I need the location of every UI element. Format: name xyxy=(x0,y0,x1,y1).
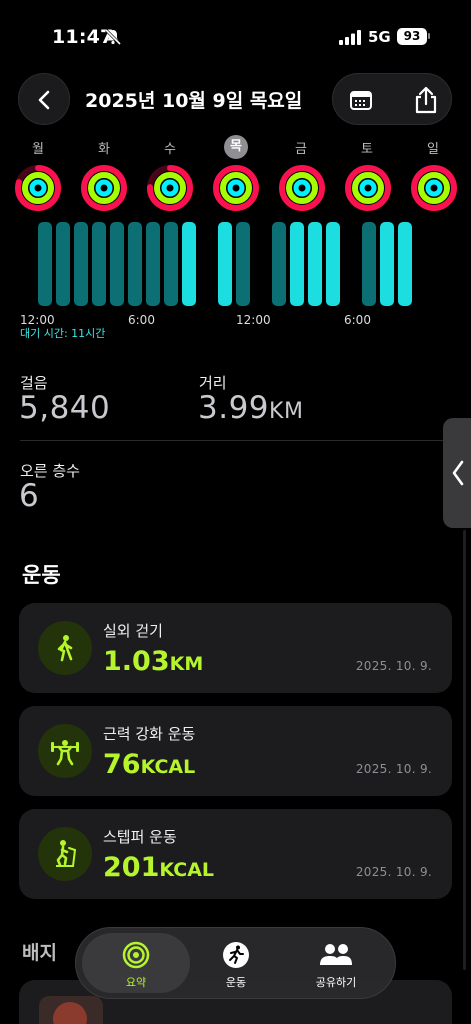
workout-date: 2025. 10. 9. xyxy=(355,659,432,673)
hour-bar xyxy=(56,222,70,306)
workout-value: 76KCAL xyxy=(103,749,195,780)
workout-name: 스텝퍼 운동 xyxy=(103,828,177,846)
activity-rings-fri[interactable] xyxy=(278,164,326,212)
hour-bar xyxy=(110,222,124,306)
page-title: 2025년 10월 9일 목요일 xyxy=(85,90,303,112)
distance-number: 3.99 xyxy=(198,390,270,426)
activity-rings-sat[interactable] xyxy=(344,164,392,212)
activity-rings-mon[interactable] xyxy=(14,164,62,212)
standby-time: 대기 시간: 11시간 xyxy=(20,327,106,340)
strength-icon xyxy=(38,724,92,778)
rings-icon xyxy=(122,941,150,969)
day-label-sat[interactable]: 토 xyxy=(352,138,382,157)
distance-unit: KM xyxy=(269,399,304,424)
hour-bar xyxy=(272,222,286,306)
day-label-sun[interactable]: 일 xyxy=(418,138,448,157)
workout-card-outdoor-walk[interactable]: 실외 걷기 1.03KM 2025. 10. 9. xyxy=(19,603,452,693)
workout-date: 2025. 10. 9. xyxy=(355,865,432,879)
hour-bar xyxy=(362,222,376,306)
tab-summary[interactable]: 요약 xyxy=(82,933,190,993)
hour-bar xyxy=(380,222,394,306)
tab-sharing-label: 공유하기 xyxy=(315,976,357,989)
hour-bar xyxy=(290,222,304,306)
network-type: 5G xyxy=(368,28,391,46)
activity-rings-wed[interactable] xyxy=(146,164,194,212)
calendar-icon[interactable] xyxy=(349,88,373,112)
hour-bar xyxy=(218,222,232,306)
tab-workouts-label: 운동 xyxy=(225,976,247,989)
badges-section-title: 배지 xyxy=(22,942,57,964)
day-label-wed[interactable]: 수 xyxy=(155,138,185,157)
steps-value: 5,840 xyxy=(19,390,111,426)
workout-name: 실외 걷기 xyxy=(103,622,163,640)
activity-rings-thu[interactable] xyxy=(212,164,260,212)
day-label-fri[interactable]: 금 xyxy=(286,138,316,157)
hourly-activity-chart xyxy=(18,222,452,310)
activity-rings-tue[interactable] xyxy=(80,164,128,212)
hour-bar xyxy=(74,222,88,306)
people-icon xyxy=(320,944,352,965)
stair-stepper-icon xyxy=(38,827,92,881)
timeline-tick: 6:00 xyxy=(344,313,371,327)
tab-bar: 요약 운동 공유하기 xyxy=(75,927,396,999)
chevron-left-icon xyxy=(38,90,50,110)
tab-sharing[interactable]: 공유하기 xyxy=(282,933,390,993)
metrics-divider xyxy=(20,440,451,441)
floors-value: 6 xyxy=(19,478,40,514)
tab-workouts[interactable]: 운동 xyxy=(182,933,290,993)
running-icon xyxy=(223,942,249,968)
chevron-left-icon xyxy=(452,460,464,486)
workout-value: 201KCAL xyxy=(103,852,214,883)
status-bar: 11:47 5G 93 xyxy=(0,0,471,70)
day-label-mon[interactable]: 월 xyxy=(23,138,53,157)
tab-summary-label: 요약 xyxy=(125,976,147,989)
activity-rings-sun[interactable] xyxy=(410,164,458,212)
workout-value: 1.03KM xyxy=(103,646,203,677)
hour-bar xyxy=(38,222,52,306)
hour-bar xyxy=(128,222,142,306)
workout-card-stair-stepper[interactable]: 스텝퍼 운동 201KCAL 2025. 10. 9. xyxy=(19,809,452,899)
hour-bar xyxy=(164,222,178,306)
hour-bar xyxy=(326,222,340,306)
workout-number: 1.03 xyxy=(103,646,170,677)
workouts-section-title: 운동 xyxy=(22,563,61,587)
walking-icon xyxy=(38,621,92,675)
day-label-thu-selected[interactable]: 목 xyxy=(224,135,248,159)
workout-unit: KCAL xyxy=(159,859,214,881)
workout-number: 76 xyxy=(103,749,141,780)
hour-bar xyxy=(146,222,160,306)
share-icon[interactable] xyxy=(413,85,439,115)
distance-value: 3.99KM xyxy=(198,390,303,426)
day-label-tue[interactable]: 화 xyxy=(89,138,119,157)
workout-date: 2025. 10. 9. xyxy=(355,762,432,776)
workout-unit: KM xyxy=(169,653,204,675)
workout-name: 근력 강화 운동 xyxy=(103,725,196,743)
hour-bar xyxy=(236,222,250,306)
scroll-indicator xyxy=(463,530,466,970)
workout-card-strength[interactable]: 근력 강화 운동 76KCAL 2025. 10. 9. xyxy=(19,706,452,796)
hour-bar xyxy=(182,222,196,306)
badge-thumbnail xyxy=(39,996,103,1024)
back-button[interactable] xyxy=(18,73,70,125)
battery-icon: 93 xyxy=(397,28,427,45)
hour-bar xyxy=(92,222,106,306)
hour-bar xyxy=(308,222,322,306)
timeline-tick: 6:00 xyxy=(128,313,155,327)
bell-slash-icon xyxy=(104,28,122,46)
timeline-tick: 12:00 xyxy=(236,313,271,327)
side-panel-handle[interactable] xyxy=(443,418,471,528)
workout-unit: KCAL xyxy=(140,756,196,778)
cellular-signal-icon xyxy=(339,30,361,45)
workout-number: 201 xyxy=(103,852,160,883)
hour-bar xyxy=(398,222,412,306)
battery-tip xyxy=(428,33,430,39)
header-actions xyxy=(332,73,452,125)
